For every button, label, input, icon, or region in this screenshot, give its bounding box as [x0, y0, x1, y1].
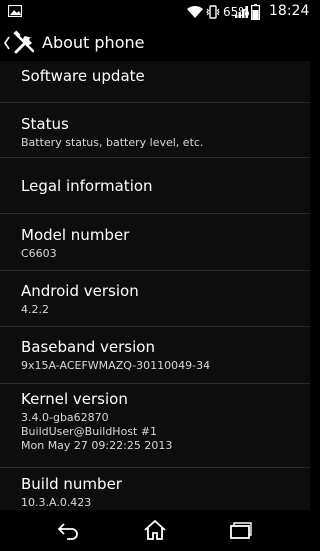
- wifi-icon: [187, 5, 203, 18]
- list-item-kernel-version[interactable]: Kernel version 3.4.0-gba62870 BuildUser@…: [0, 384, 310, 468]
- list-item-build-number[interactable]: Build number 10.3.A.0.423: [0, 468, 310, 510]
- item-label: Model number: [21, 226, 130, 244]
- page-title: About phone: [42, 33, 145, 52]
- item-summary-line-3: Mon May 27 09:22:25 2013: [21, 439, 173, 452]
- recent-apps-icon[interactable]: [229, 520, 253, 540]
- action-bar: About phone: [0, 25, 310, 61]
- list-item-legal-information[interactable]: Legal information: [0, 158, 310, 214]
- vibrate-icon: [206, 5, 220, 19]
- item-summary: 9x15A-ACEFWMAZQ-30110049-34: [21, 359, 211, 372]
- item-label: Software update: [21, 67, 145, 85]
- home-icon[interactable]: [143, 520, 167, 540]
- settings-list: Software update Status Battery status, b…: [0, 61, 310, 510]
- list-item-status[interactable]: Status Battery status, battery level, et…: [0, 103, 310, 158]
- list-item-software-update[interactable]: Software update: [0, 61, 310, 103]
- clock: 18:24: [269, 3, 310, 19]
- signal-bar: [245, 6, 248, 18]
- list-item-baseband-version[interactable]: Baseband version 9x15A-ACEFWMAZQ-3011004…: [0, 327, 310, 384]
- item-label: Android version: [21, 282, 139, 300]
- tools-icon[interactable]: [12, 30, 38, 56]
- signal-bar: [235, 15, 238, 18]
- notification-image-icon: [8, 5, 22, 17]
- signal-icon: [235, 6, 248, 18]
- status-bar: 65% 18:24: [0, 0, 310, 25]
- item-label: Build number: [21, 475, 122, 493]
- navigation-bar: [0, 510, 310, 551]
- item-label: Baseband version: [21, 338, 155, 356]
- back-icon[interactable]: [57, 520, 81, 540]
- item-summary: C6603: [21, 247, 57, 260]
- item-label: Legal information: [21, 177, 153, 195]
- signal-bar: [238, 12, 241, 18]
- item-summary: 10.3.A.0.423: [21, 496, 92, 509]
- item-label: Kernel version: [21, 390, 128, 408]
- signal-bar: [242, 9, 245, 18]
- list-item-android-version[interactable]: Android version 4.2.2: [0, 271, 310, 327]
- chevron-left-icon[interactable]: [3, 34, 11, 52]
- item-label: Status: [21, 115, 69, 133]
- list-item-model-number[interactable]: Model number C6603: [0, 214, 310, 271]
- item-summary: Battery status, battery level, etc.: [21, 136, 204, 149]
- battery-icon: [251, 4, 260, 20]
- item-summary: 4.2.2: [21, 303, 49, 316]
- item-summary-line-1: 3.4.0-gba62870: [21, 411, 109, 424]
- item-summary-line-2: BuildUser@BuildHost #1: [21, 425, 158, 438]
